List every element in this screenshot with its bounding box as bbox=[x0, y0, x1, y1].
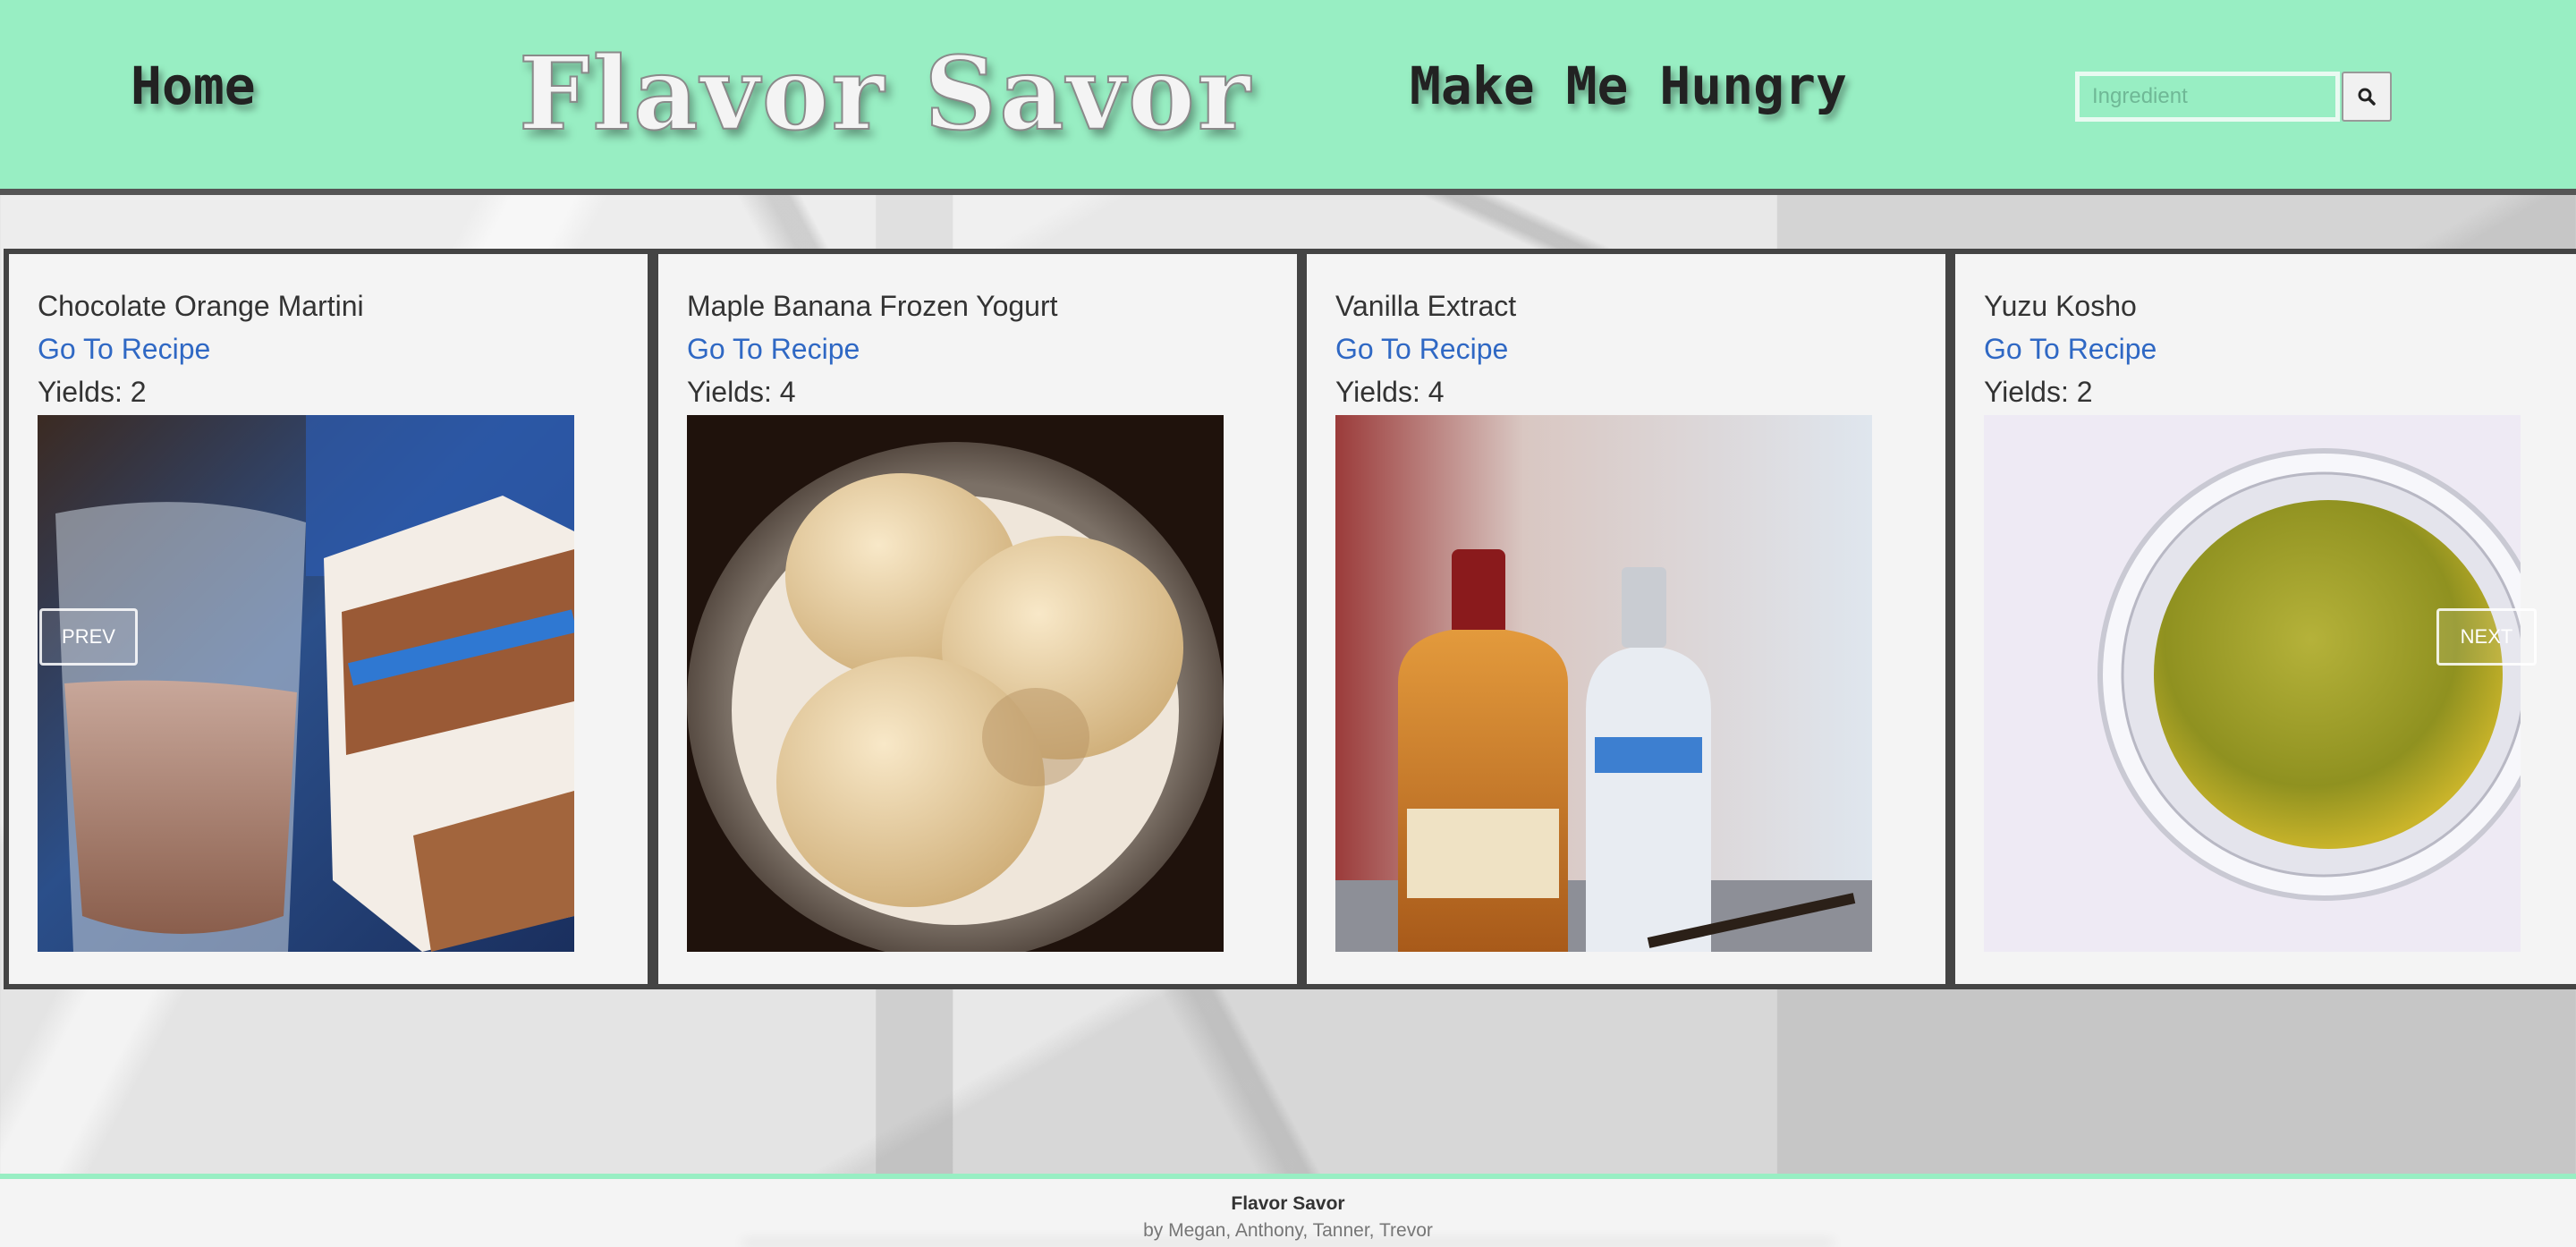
recipe-image bbox=[1984, 415, 2521, 952]
go-to-recipe-link[interactable]: Go To Recipe bbox=[1984, 333, 2157, 366]
nav-make-me-hungry-link[interactable]: Make Me Hungry bbox=[1410, 55, 1847, 116]
recipe-title: Chocolate Orange Martini bbox=[38, 290, 364, 322]
footer-title: Flavor Savor bbox=[1231, 1193, 1345, 1214]
recipe-image bbox=[1335, 415, 1872, 952]
recipe-title: Vanilla Extract bbox=[1335, 290, 1517, 322]
carousel-next-button[interactable]: NEXT bbox=[2436, 608, 2537, 666]
recipe-image bbox=[687, 415, 1224, 952]
search-button[interactable] bbox=[2342, 72, 2392, 122]
go-to-recipe-link[interactable]: Go To Recipe bbox=[1335, 333, 1508, 366]
site-footer: Flavor Savor by Megan, Anthony, Tanner, … bbox=[0, 1174, 2576, 1247]
go-to-recipe-link[interactable]: Go To Recipe bbox=[687, 333, 860, 366]
recipe-title: Maple Banana Frozen Yogurt bbox=[687, 290, 1058, 322]
search-icon bbox=[2358, 88, 2376, 106]
recipe-card: Vanilla Extract Go To Recipe Yields: 4 bbox=[1301, 249, 1951, 989]
recipe-yields: Yields: 4 bbox=[687, 376, 796, 408]
nav-home-link[interactable]: Home bbox=[131, 55, 256, 116]
site-brand: Flavor Savor bbox=[518, 35, 1253, 154]
recipe-yields: Yields: 2 bbox=[38, 376, 147, 408]
footer-credit: by Megan, Anthony, Tanner, Trevor bbox=[1143, 1220, 1433, 1241]
carousel-prev-button[interactable]: PREV bbox=[39, 608, 138, 666]
ingredient-search-input[interactable] bbox=[2075, 72, 2340, 122]
recipe-title: Yuzu Kosho bbox=[1984, 290, 2137, 322]
recipe-yields: Yields: 2 bbox=[1984, 376, 2093, 408]
recipe-image bbox=[38, 415, 574, 952]
recipe-yields: Yields: 4 bbox=[1335, 376, 1445, 408]
recipe-card: Maple Banana Frozen Yogurt Go To Recipe … bbox=[653, 249, 1302, 989]
recipe-carousel: Chocolate Orange Martini Go To Recipe Yi… bbox=[0, 249, 2576, 989]
site-header: Home Flavor Savor Make Me Hungry bbox=[0, 0, 2576, 195]
go-to-recipe-link[interactable]: Go To Recipe bbox=[38, 333, 210, 366]
